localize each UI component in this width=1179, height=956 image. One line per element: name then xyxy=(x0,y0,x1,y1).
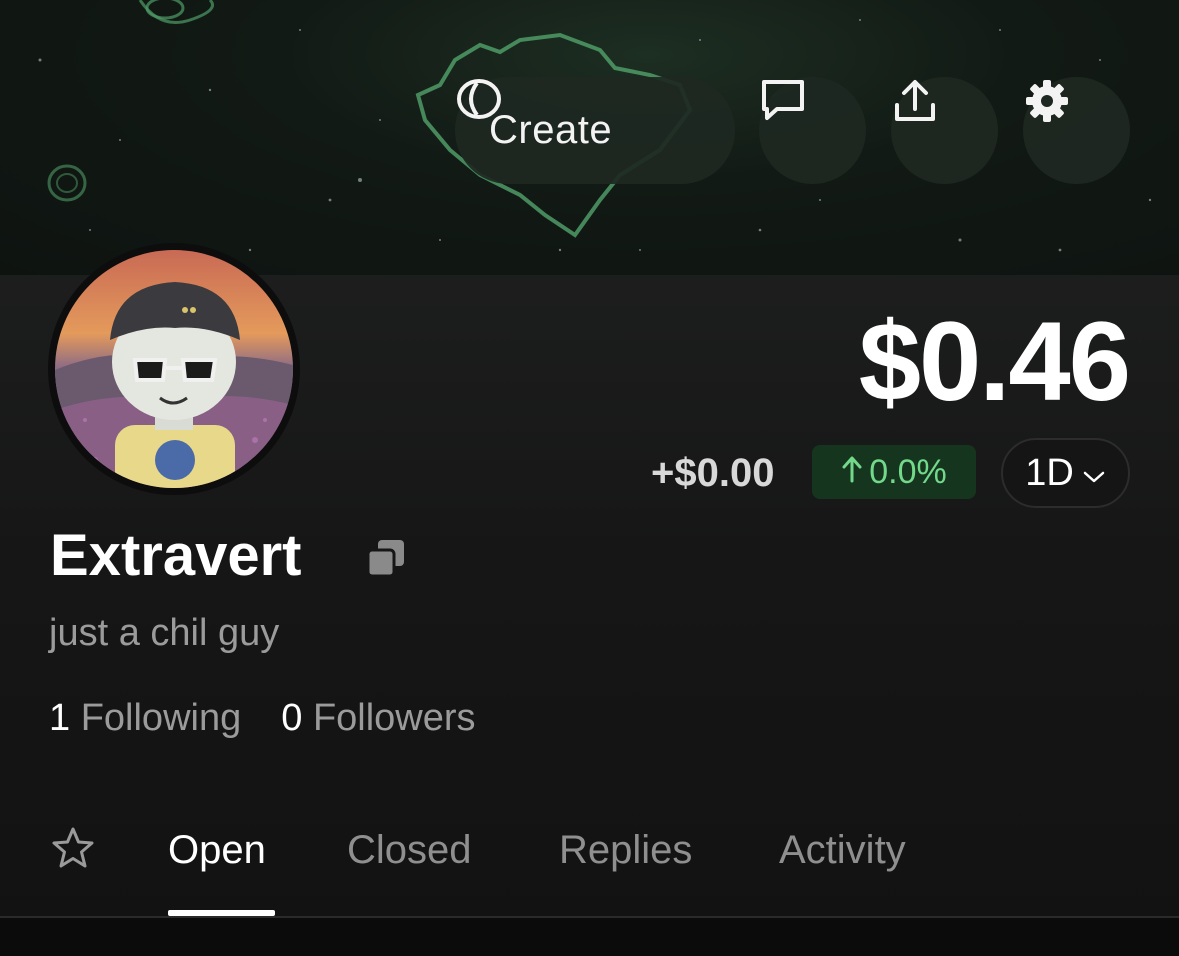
tab-replies[interactable]: Replies xyxy=(559,828,692,873)
time-range-label: 1D xyxy=(1025,451,1074,494)
time-range-select[interactable]: 1D xyxy=(1001,438,1130,508)
tab-closed[interactable]: Closed xyxy=(347,828,472,873)
share-button[interactable] xyxy=(891,77,998,184)
profile-stats: 1 Following 0 Followers xyxy=(49,697,476,740)
avatar-image xyxy=(55,250,293,488)
create-button-label: Create xyxy=(489,108,613,152)
tab-content-area xyxy=(0,918,1179,956)
settings-button[interactable] xyxy=(1023,77,1130,184)
portfolio-change-percent: 0.0% xyxy=(869,452,947,491)
create-button[interactable]: Create xyxy=(455,77,735,184)
followers-count: 0 xyxy=(281,697,303,739)
following-label: Following xyxy=(80,697,242,739)
following-count: 1 xyxy=(49,697,71,739)
profile-tabs: Open Closed Replies Activity xyxy=(0,800,1179,918)
tab-activity[interactable]: Activity xyxy=(779,828,906,873)
portfolio-balance: $0.46 xyxy=(858,299,1131,424)
followers-label: Followers xyxy=(312,697,476,739)
portfolio-change-amount: +$0.00 xyxy=(651,451,775,495)
profile-name: Extravert xyxy=(50,523,302,588)
avatar[interactable] xyxy=(48,243,300,495)
copy-icon[interactable] xyxy=(366,538,406,583)
profile-screen: Create $0.46 +$0.00 0.0% 1D Extravert ju… xyxy=(0,0,1179,956)
following-link[interactable]: 1 Following xyxy=(49,697,241,740)
profile-bio: just a chil guy xyxy=(49,612,280,654)
star-icon[interactable] xyxy=(50,826,96,875)
tab-open[interactable]: Open xyxy=(168,828,266,873)
messages-button[interactable] xyxy=(759,77,866,184)
followers-link[interactable]: 0 Followers xyxy=(281,697,475,740)
chevron-down-icon xyxy=(1082,452,1106,495)
arrow-up-icon xyxy=(841,453,863,492)
portfolio-change-badge: 0.0% xyxy=(812,445,976,499)
profile-banner: Create xyxy=(0,0,1179,275)
